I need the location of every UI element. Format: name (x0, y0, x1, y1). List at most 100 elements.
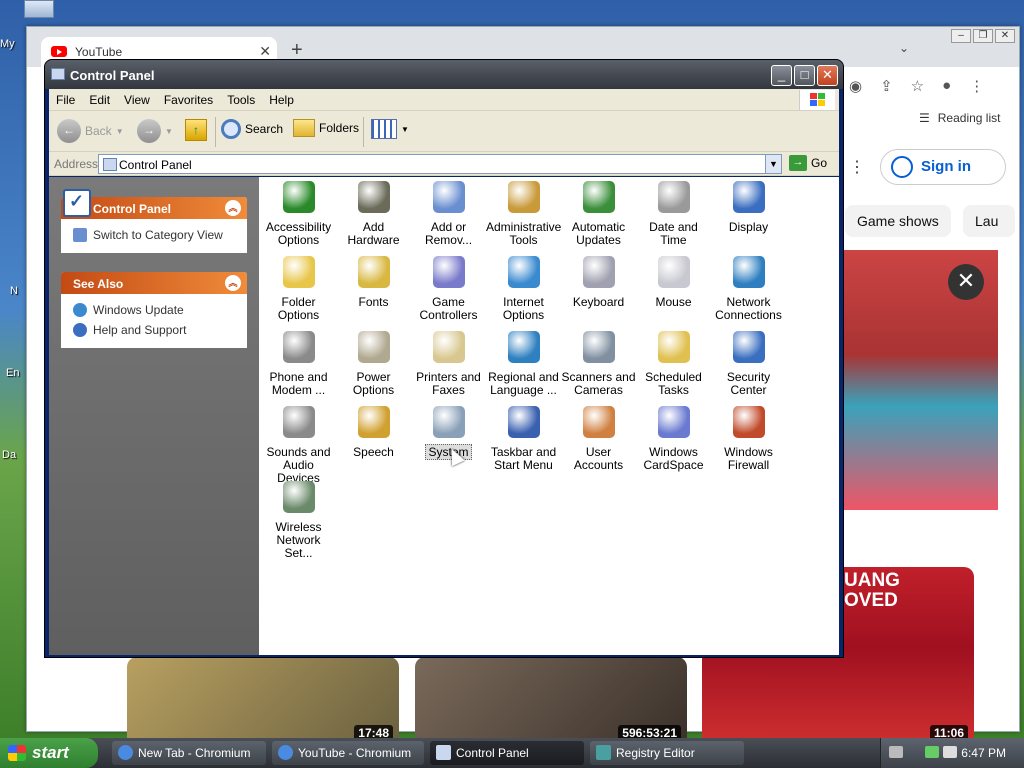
system-icon (432, 406, 465, 438)
maximize-button[interactable]: □ (794, 65, 815, 86)
task-youtube[interactable]: YouTube - Chromium (272, 741, 424, 765)
chevron-up-icon[interactable]: ︽ (225, 275, 241, 291)
keyboard-icon[interactable] (889, 746, 903, 758)
cp-item-sounds-audio[interactable]: Sounds and Audio Devices (261, 406, 336, 485)
windows-logo-icon (8, 745, 26, 761)
cp-item-speech[interactable]: Speech (336, 406, 411, 459)
chip-game-shows[interactable]: Game shows (845, 205, 951, 237)
share-icon[interactable]: ⇪ (880, 77, 893, 95)
more-icon[interactable]: ⋮ (849, 157, 865, 177)
cp-item-add-remove-programs[interactable]: Add or Remov... (411, 181, 486, 247)
close-icon[interactable]: ✕ (948, 264, 984, 300)
video-thumbnail[interactable]: ✕ (844, 250, 998, 510)
desktop-icon[interactable] (24, 0, 54, 18)
chevron-down-icon[interactable]: ⌄ (899, 41, 909, 55)
fonts-icon (357, 256, 390, 288)
network-icon[interactable] (925, 746, 939, 758)
control-panel-box-header[interactable]: Control Panel︽ (61, 189, 247, 219)
cp-item-regional-language[interactable]: Regional and Language ... (486, 331, 561, 397)
user-accounts-icon (582, 406, 615, 438)
cp-item-keyboard[interactable]: Keyboard (561, 256, 636, 309)
cp-item-taskbar-start-menu[interactable]: Taskbar and Start Menu (486, 406, 561, 472)
cp-item-network-connections[interactable]: Network Connections (711, 256, 786, 322)
cp-item-windows-firewall[interactable]: Windows Firewall (711, 406, 786, 472)
restore-icon[interactable]: ❐ (973, 29, 993, 43)
chevron-up-icon[interactable]: ︽ (225, 200, 241, 216)
help-support-link[interactable]: Help and Support (73, 320, 247, 340)
go-button[interactable]: → Go (789, 155, 827, 171)
cp-item-user-accounts[interactable]: User Accounts (561, 406, 636, 472)
title-bar[interactable]: Control Panel _ □ ✕ (45, 60, 843, 89)
cp-item-label: Add or Remov... (424, 220, 473, 247)
star-icon[interactable]: ☆ (911, 77, 924, 95)
cp-item-label: Automatic Updates (571, 220, 626, 247)
cp-item-game-controllers[interactable]: Game Controllers (411, 256, 486, 322)
security-center-icon (732, 331, 765, 363)
cp-item-phone-modem[interactable]: Phone and Modem ... (261, 331, 336, 397)
cp-item-fonts[interactable]: Fonts (336, 256, 411, 309)
minimize-button[interactable]: _ (771, 65, 792, 86)
task-new-tab[interactable]: New Tab - Chromium (112, 741, 266, 765)
sign-in-button[interactable]: Sign in (880, 149, 1006, 185)
menu-favorites[interactable]: Favorites (157, 89, 220, 111)
windows-update-link[interactable]: Windows Update (73, 300, 247, 320)
close-icon[interactable]: ✕ (259, 43, 271, 60)
close-icon[interactable]: ✕ (995, 29, 1015, 43)
see-also-header[interactable]: See Also ︽ (61, 272, 247, 294)
cp-item-security-center[interactable]: Security Center (711, 331, 786, 397)
system-tray: 6:47 PM (880, 738, 1024, 768)
start-button[interactable]: start (0, 738, 98, 768)
cp-item-label: Wireless Network Set... (275, 520, 322, 560)
more-icon[interactable]: ⋮ (969, 77, 984, 95)
menu-file[interactable]: File (49, 89, 82, 111)
client-area: Control Panel︽ Switch to Category View S… (49, 177, 839, 655)
cp-item-power-options[interactable]: Power Options (336, 331, 411, 397)
cp-item-internet-options[interactable]: Internet Options (486, 256, 561, 322)
cp-item-wireless-network[interactable]: Wireless Network Set... (261, 481, 336, 560)
menu-help[interactable]: Help (262, 89, 301, 111)
cp-item-mouse[interactable]: Mouse (636, 256, 711, 309)
video-thumbnail[interactable]: 17:48 (127, 657, 399, 747)
volume-icon[interactable] (943, 746, 957, 758)
task-control-panel[interactable]: Control Panel (430, 741, 584, 765)
task-registry-editor[interactable]: Registry Editor (590, 741, 744, 765)
address-input[interactable]: Control Panel ▼ (98, 154, 782, 174)
cp-item-label: Accessibility Options (265, 220, 332, 247)
folders-button[interactable]: Folders (293, 119, 359, 137)
desktop-label-2: N (10, 285, 18, 297)
video-thumbnail[interactable]: 596:53:21 (415, 657, 687, 747)
menu-edit[interactable]: Edit (82, 89, 117, 111)
reading-list-button[interactable]: ☰ Reading list (919, 111, 1008, 125)
cp-item-date-time[interactable]: Date and Time (636, 181, 711, 247)
back-button[interactable]: ← Back ▼ (57, 119, 124, 143)
cp-item-folder-options[interactable]: Folder Options (261, 256, 336, 322)
menu-tools[interactable]: Tools (220, 89, 262, 111)
cp-item-label: Administrative Tools (486, 220, 562, 247)
forward-button[interactable]: → ▼ (137, 119, 173, 143)
windows-update-icon (73, 303, 87, 317)
desktop-label-3: En (6, 367, 20, 379)
up-button[interactable]: ↑ (185, 119, 207, 141)
close-button[interactable]: ✕ (817, 65, 838, 86)
search-button[interactable]: Search (221, 119, 283, 139)
tab-title: YouTube (75, 45, 123, 59)
cp-item-scheduled-tasks[interactable]: Scheduled Tasks (636, 331, 711, 397)
cp-item-label: Game Controllers (419, 295, 478, 322)
cp-item-add-hardware[interactable]: Add Hardware (336, 181, 411, 247)
eye-off-icon[interactable]: ◉ (849, 77, 862, 95)
cp-item-accessibility[interactable]: Accessibility Options (261, 181, 336, 247)
cp-item-label: Regional and Language ... (488, 370, 559, 397)
cp-item-scanners-cameras[interactable]: Scanners and Cameras (561, 331, 636, 397)
chevron-down-icon[interactable]: ▼ (765, 155, 781, 173)
profile-icon[interactable]: ● (942, 77, 951, 95)
cp-item-windows-cardspace[interactable]: Windows CardSpace (636, 406, 711, 472)
views-button[interactable]: ▼ (371, 119, 409, 139)
cp-item-automatic-updates[interactable]: Automatic Updates (561, 181, 636, 247)
menu-view[interactable]: View (117, 89, 157, 111)
cp-item-display[interactable]: Display (711, 181, 786, 234)
minimize-icon[interactable]: – (951, 29, 971, 43)
switch-category-view-link[interactable]: Switch to Category View (73, 225, 247, 245)
chip-lau[interactable]: Lau (963, 205, 1015, 237)
cp-item-printers-faxes[interactable]: Printers and Faxes (411, 331, 486, 397)
cp-item-administrative-tools[interactable]: Administrative Tools (486, 181, 561, 247)
